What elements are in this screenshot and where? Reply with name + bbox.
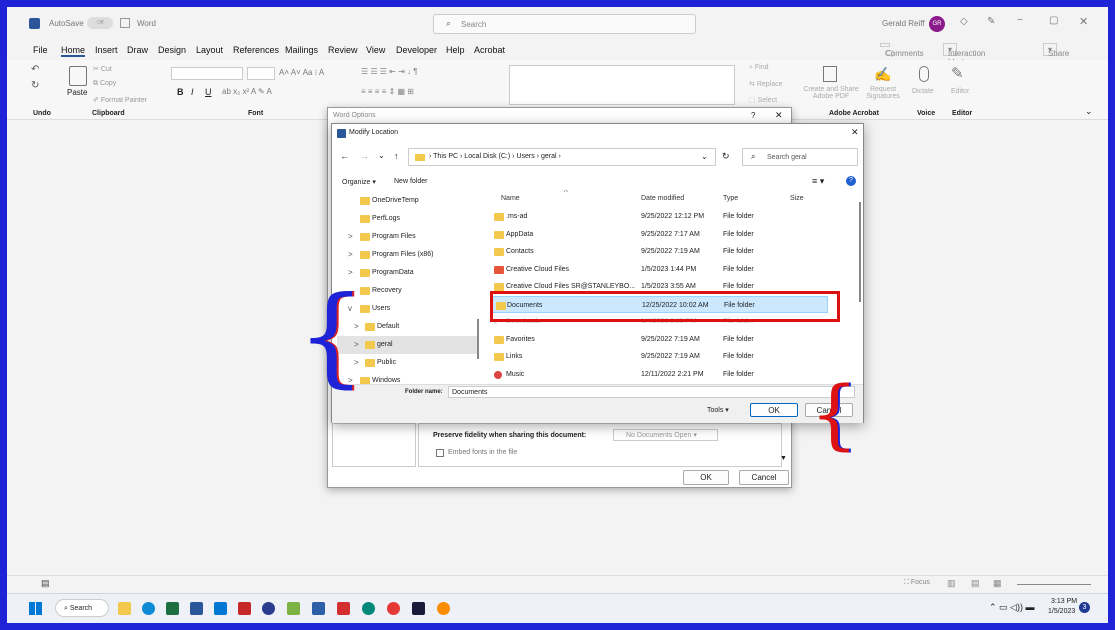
annotation-frame	[0, 0, 1115, 630]
